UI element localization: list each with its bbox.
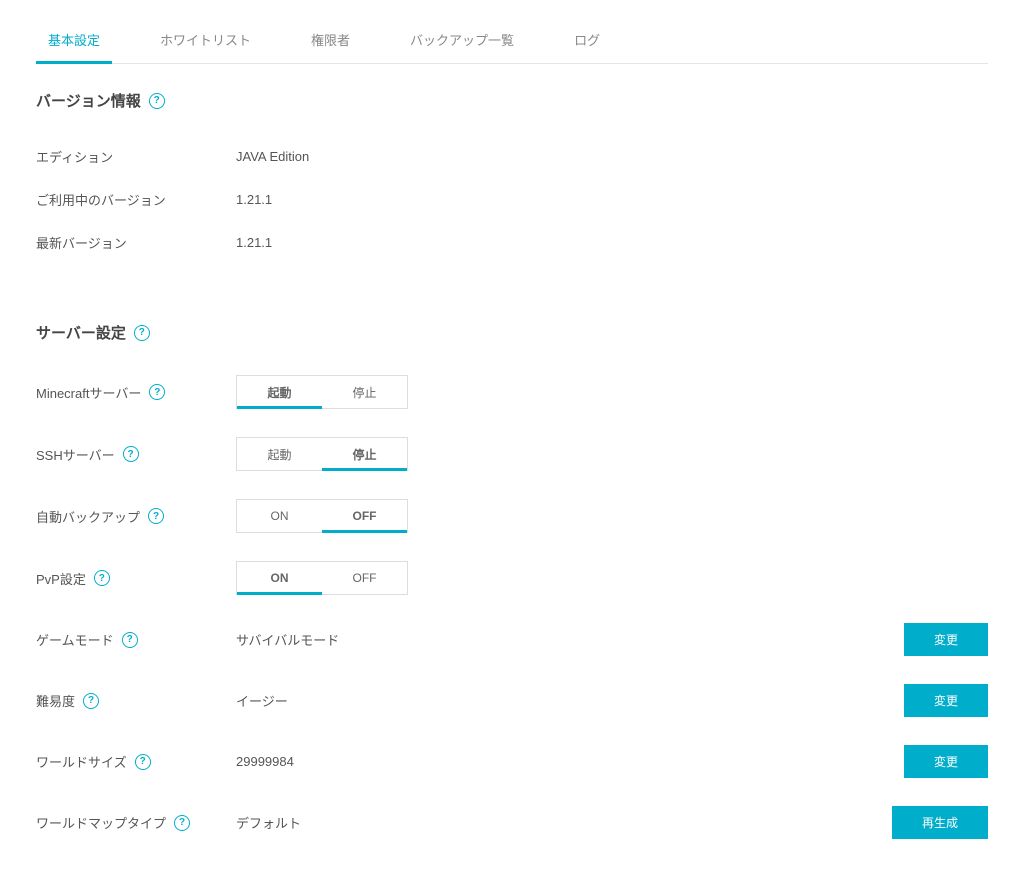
minecraft-start-option[interactable]: 起動	[237, 376, 322, 408]
tabs-nav: 基本設定 ホワイトリスト 権限者 バックアップ一覧 ログ	[36, 20, 988, 64]
gamemode-value: サバイバルモード	[236, 630, 904, 649]
version-section-title: バージョン情報 ?	[36, 90, 988, 111]
latest-version-value: 1.21.1	[236, 235, 988, 250]
help-icon[interactable]: ?	[134, 325, 150, 341]
difficulty-label: 難易度 ?	[36, 691, 236, 710]
ssh-stop-option[interactable]: 停止	[322, 438, 407, 470]
label-text: PvP設定	[36, 569, 86, 588]
ssh-server-toggle: 起動 停止	[236, 437, 408, 471]
server-title-text: サーバー設定	[36, 322, 126, 343]
label-text: 自動バックアップ	[36, 507, 140, 526]
edition-row: エディション JAVA Edition	[36, 129, 988, 172]
label-text: Minecraftサーバー	[36, 383, 141, 402]
gamemode-row: ゲームモード ? サバイバルモード 変更	[36, 609, 988, 670]
maptype-regenerate-button[interactable]: 再生成	[892, 806, 988, 839]
help-icon[interactable]: ?	[94, 570, 110, 586]
tab-basic-settings[interactable]: 基本設定	[36, 20, 112, 63]
help-icon[interactable]: ?	[174, 815, 190, 831]
current-version-value: 1.21.1	[236, 192, 988, 207]
pvp-toggle: ON OFF	[236, 561, 408, 595]
version-title-text: バージョン情報	[36, 90, 141, 111]
gamemode-change-button[interactable]: 変更	[904, 623, 988, 656]
gamemode-label: ゲームモード ?	[36, 630, 236, 649]
pvp-off-option[interactable]: OFF	[322, 562, 407, 594]
tab-permissions[interactable]: 権限者	[299, 20, 362, 63]
autobackup-toggle: ON OFF	[236, 499, 408, 533]
ssh-server-row: SSHサーバー ? 起動 停止	[36, 423, 988, 485]
help-icon[interactable]: ?	[122, 632, 138, 648]
autobackup-row: 自動バックアップ ? ON OFF	[36, 485, 988, 547]
minecraft-server-toggle: 起動 停止	[236, 375, 408, 409]
help-icon[interactable]: ?	[149, 384, 165, 400]
label-text: SSHサーバー	[36, 445, 115, 464]
minecraft-server-row: Minecraftサーバー ? 起動 停止	[36, 361, 988, 423]
help-icon[interactable]: ?	[149, 93, 165, 109]
label-text: ワールドサイズ	[36, 752, 127, 771]
minecraft-stop-option[interactable]: 停止	[322, 376, 407, 408]
ssh-server-label: SSHサーバー ?	[36, 445, 236, 464]
autobackup-off-option[interactable]: OFF	[322, 500, 407, 532]
pvp-label: PvP設定 ?	[36, 569, 236, 588]
maptype-label: ワールドマップタイプ ?	[36, 813, 236, 832]
pvp-row: PvP設定 ? ON OFF	[36, 547, 988, 609]
autobackup-on-option[interactable]: ON	[237, 500, 322, 532]
tab-logs[interactable]: ログ	[562, 20, 612, 63]
label-text: 難易度	[36, 691, 75, 710]
edition-label: エディション	[36, 147, 236, 166]
latest-version-label: 最新バージョン	[36, 233, 236, 252]
worldsize-change-button[interactable]: 変更	[904, 745, 988, 778]
label-text: ゲームモード	[36, 630, 114, 649]
maptype-value: デフォルト	[236, 813, 892, 832]
tab-whitelist[interactable]: ホワイトリスト	[148, 20, 263, 63]
help-icon[interactable]: ?	[123, 446, 139, 462]
maptype-row: ワールドマップタイプ ? デフォルト 再生成	[36, 792, 988, 853]
help-icon[interactable]: ?	[148, 508, 164, 524]
worldsize-value: 29999984	[236, 754, 904, 769]
difficulty-value: イージー	[236, 691, 904, 710]
minecraft-server-label: Minecraftサーバー ?	[36, 383, 236, 402]
pvp-on-option[interactable]: ON	[237, 562, 322, 594]
worldsize-row: ワールドサイズ ? 29999984 変更	[36, 731, 988, 792]
server-section-title: サーバー設定 ?	[36, 322, 988, 343]
current-version-row: ご利用中のバージョン 1.21.1	[36, 172, 988, 215]
label-text: ワールドマップタイプ	[36, 813, 166, 832]
difficulty-row: 難易度 ? イージー 変更	[36, 670, 988, 731]
autobackup-label: 自動バックアップ ?	[36, 507, 236, 526]
help-icon[interactable]: ?	[135, 754, 151, 770]
help-icon[interactable]: ?	[83, 693, 99, 709]
edition-value: JAVA Edition	[236, 149, 988, 164]
difficulty-change-button[interactable]: 変更	[904, 684, 988, 717]
ssh-start-option[interactable]: 起動	[237, 438, 322, 470]
latest-version-row: 最新バージョン 1.21.1	[36, 215, 988, 258]
worldsize-label: ワールドサイズ ?	[36, 752, 236, 771]
current-version-label: ご利用中のバージョン	[36, 190, 236, 209]
tab-backups[interactable]: バックアップ一覧	[398, 20, 526, 63]
